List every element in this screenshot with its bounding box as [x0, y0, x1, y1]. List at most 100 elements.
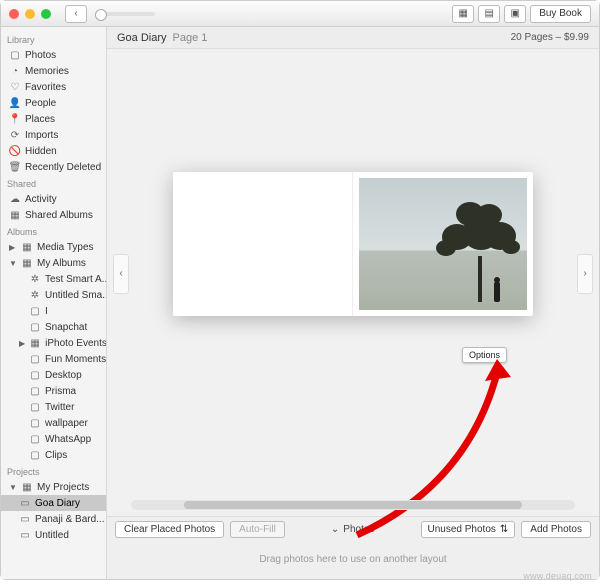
watermark: www.deuaq.com	[523, 571, 592, 581]
sidebar-item-album[interactable]: ▢ Prisma	[1, 383, 106, 399]
sidebar-item-album[interactable]: ▢wallpaper	[1, 415, 106, 431]
sidebar-item-iphoto-events[interactable]: ▶▦iPhoto Events	[1, 335, 106, 351]
book-icon: ▭	[19, 529, 31, 541]
sidebar-item-people[interactable]: 👤People	[1, 95, 106, 111]
sidebar-item-media-types[interactable]: ▶▦Media Types	[1, 239, 106, 255]
sidebar-item-album[interactable]: ▢I	[1, 303, 106, 319]
sidebar-item-label: Photos	[25, 50, 56, 61]
book-header: Goa Diary Page 1 20 Pages – $9.99	[107, 27, 599, 49]
prev-page-button[interactable]: ‹	[113, 254, 129, 294]
book-title: Goa Diary	[117, 32, 167, 44]
sidebar-item-album[interactable]: ▢ Clips	[1, 447, 106, 463]
sidebar-item-label: Memories	[25, 66, 69, 77]
sidebar-item-label: Activity	[25, 194, 57, 205]
sidebar-item-album[interactable]: ▢ Fun Moments	[1, 351, 106, 367]
memories-icon: ◔	[9, 65, 21, 77]
sidebar-item-label: My Albums	[37, 258, 86, 269]
book-summary: 20 Pages – $9.99	[511, 32, 589, 43]
sidebar-item-album[interactable]: ▢Twitter	[1, 399, 106, 415]
clear-placed-photos-button[interactable]: Clear Placed Photos	[115, 521, 224, 538]
zoom-slider[interactable]	[95, 12, 155, 16]
bottom-toolbar: Clear Placed Photos Auto-Fill ⌄ Photos U…	[107, 516, 599, 542]
maximize-icon[interactable]	[41, 9, 51, 19]
sidebar-item-album[interactable]: ▢ Desktop	[1, 367, 106, 383]
album-icon: ▢	[29, 369, 41, 381]
add-photos-button[interactable]: Add Photos	[521, 521, 591, 538]
sidebar-item-imports[interactable]: ⟳Imports	[1, 127, 106, 143]
sidebar-item-memories[interactable]: ◔ Memories	[1, 63, 106, 79]
sidebar-item-shared-albums[interactable]: ▦Shared Albums	[1, 207, 106, 223]
photos-icon: ▢	[9, 49, 21, 61]
page-photo[interactable]	[359, 178, 527, 310]
app-window: ‹ ▦ ▤ ▣ Buy Book Library ▢Photos ◔Memori…	[0, 0, 600, 580]
sidebar-item-hidden[interactable]: 🚫Hidden	[1, 143, 106, 159]
minimize-icon[interactable]	[25, 9, 35, 19]
auto-fill-button[interactable]: Auto-Fill	[230, 521, 285, 538]
imports-icon: ⟳	[9, 129, 21, 141]
sidebar-item-favorites[interactable]: ♡Favorites	[1, 79, 106, 95]
book-page-right[interactable]	[353, 172, 533, 316]
layout-icon[interactable]: ▤	[478, 5, 500, 23]
chevron-right-icon[interactable]: ▶	[19, 339, 25, 348]
close-icon[interactable]	[9, 9, 19, 19]
page-indicator: Page 1	[173, 32, 208, 44]
book-spread	[173, 172, 533, 316]
sidebar-item-album[interactable]: ✲Test Smart A...	[1, 271, 106, 287]
unused-photos-select[interactable]: Unused Photos ⇅	[421, 521, 516, 538]
photos-drawer-toggle[interactable]: ⌄ Photos	[291, 524, 415, 535]
sidebar-item-goa-diary[interactable]: ▭Goa Diary	[1, 495, 106, 511]
sidebar-item-label: Untitled Sma...	[45, 290, 106, 301]
book-page-left[interactable]	[173, 172, 353, 316]
chevron-down-icon[interactable]: ▼	[9, 483, 17, 492]
favorites-icon: ♡	[9, 81, 21, 93]
titlebar: ‹ ▦ ▤ ▣ Buy Book	[1, 1, 599, 27]
sidebar-item-label: Clips	[45, 450, 67, 461]
scrollbar-thumb[interactable]	[184, 501, 521, 509]
select-value: Unused Photos	[428, 524, 496, 535]
sidebar-item-album[interactable]: ✲Untitled Sma...	[1, 287, 106, 303]
options-popover[interactable]: Options	[462, 347, 507, 363]
album-icon: ▢	[29, 385, 41, 397]
window-controls	[9, 9, 51, 19]
sidebar-item-label: Fun Moments	[45, 354, 106, 365]
chevron-down-icon[interactable]: ▼	[9, 259, 17, 268]
sidebar-item-label: Prisma	[45, 386, 76, 397]
folder-icon: ▦	[29, 337, 41, 349]
folder-icon: ▦	[21, 257, 33, 269]
album-icon: ▢	[29, 353, 41, 365]
sidebar-item-project[interactable]: ▭ Untitled	[1, 527, 106, 543]
photos-drawer-label: Photos	[343, 524, 374, 535]
album-icon: ▢	[29, 417, 41, 429]
sidebar-item-activity[interactable]: ☁Activity	[1, 191, 106, 207]
next-page-button[interactable]: ›	[577, 254, 593, 294]
album-icon: ▢	[29, 401, 41, 413]
select-stepper-icon: ⇅	[500, 524, 508, 535]
settings-icon[interactable]: ▣	[504, 5, 526, 23]
smart-album-icon: ✲	[29, 273, 41, 285]
sidebar-item-places[interactable]: 📍Places	[1, 111, 106, 127]
sidebar-item-project[interactable]: ▭ Panaji & Bard...	[1, 511, 106, 527]
page-scrollbar[interactable]	[131, 500, 575, 510]
sidebar-item-label: I	[45, 306, 48, 317]
sidebar-item-photos[interactable]: ▢ Photos	[1, 47, 106, 63]
sidebar-item-label: Desktop	[45, 370, 82, 381]
sidebar[interactable]: Library ▢Photos ◔Memories ♡Favorites 👤Pe…	[1, 27, 107, 579]
sidebar-item-label: Panaji & Bard...	[35, 514, 104, 525]
sidebar-item-recently-deleted[interactable]: 🗑Recently Deleted	[1, 159, 106, 175]
album-icon: ▢	[29, 305, 41, 317]
book-icon: ▭	[19, 513, 31, 525]
buy-book-button[interactable]: Buy Book	[530, 5, 591, 23]
sidebar-item-album[interactable]: ▢WhatsApp	[1, 431, 106, 447]
sidebar-item-my-projects[interactable]: ▼▦My Projects	[1, 479, 106, 495]
sidebar-item-my-albums[interactable]: ▼ ▦ My Albums	[1, 255, 106, 271]
view-mode-icon[interactable]: ▦	[452, 5, 474, 23]
sidebar-item-label: Hidden	[25, 146, 57, 157]
albums-icon: ▦	[9, 209, 21, 221]
book-stage: ‹ ›	[107, 49, 599, 498]
chevron-right-icon[interactable]: ▶	[9, 243, 17, 252]
sidebar-item-album[interactable]: ▢Snapchat	[1, 319, 106, 335]
back-button[interactable]: ‹	[65, 5, 87, 23]
sidebar-item-label: Untitled	[35, 530, 69, 541]
album-icon: ▢	[29, 449, 41, 461]
sidebar-item-label: People	[25, 98, 56, 109]
